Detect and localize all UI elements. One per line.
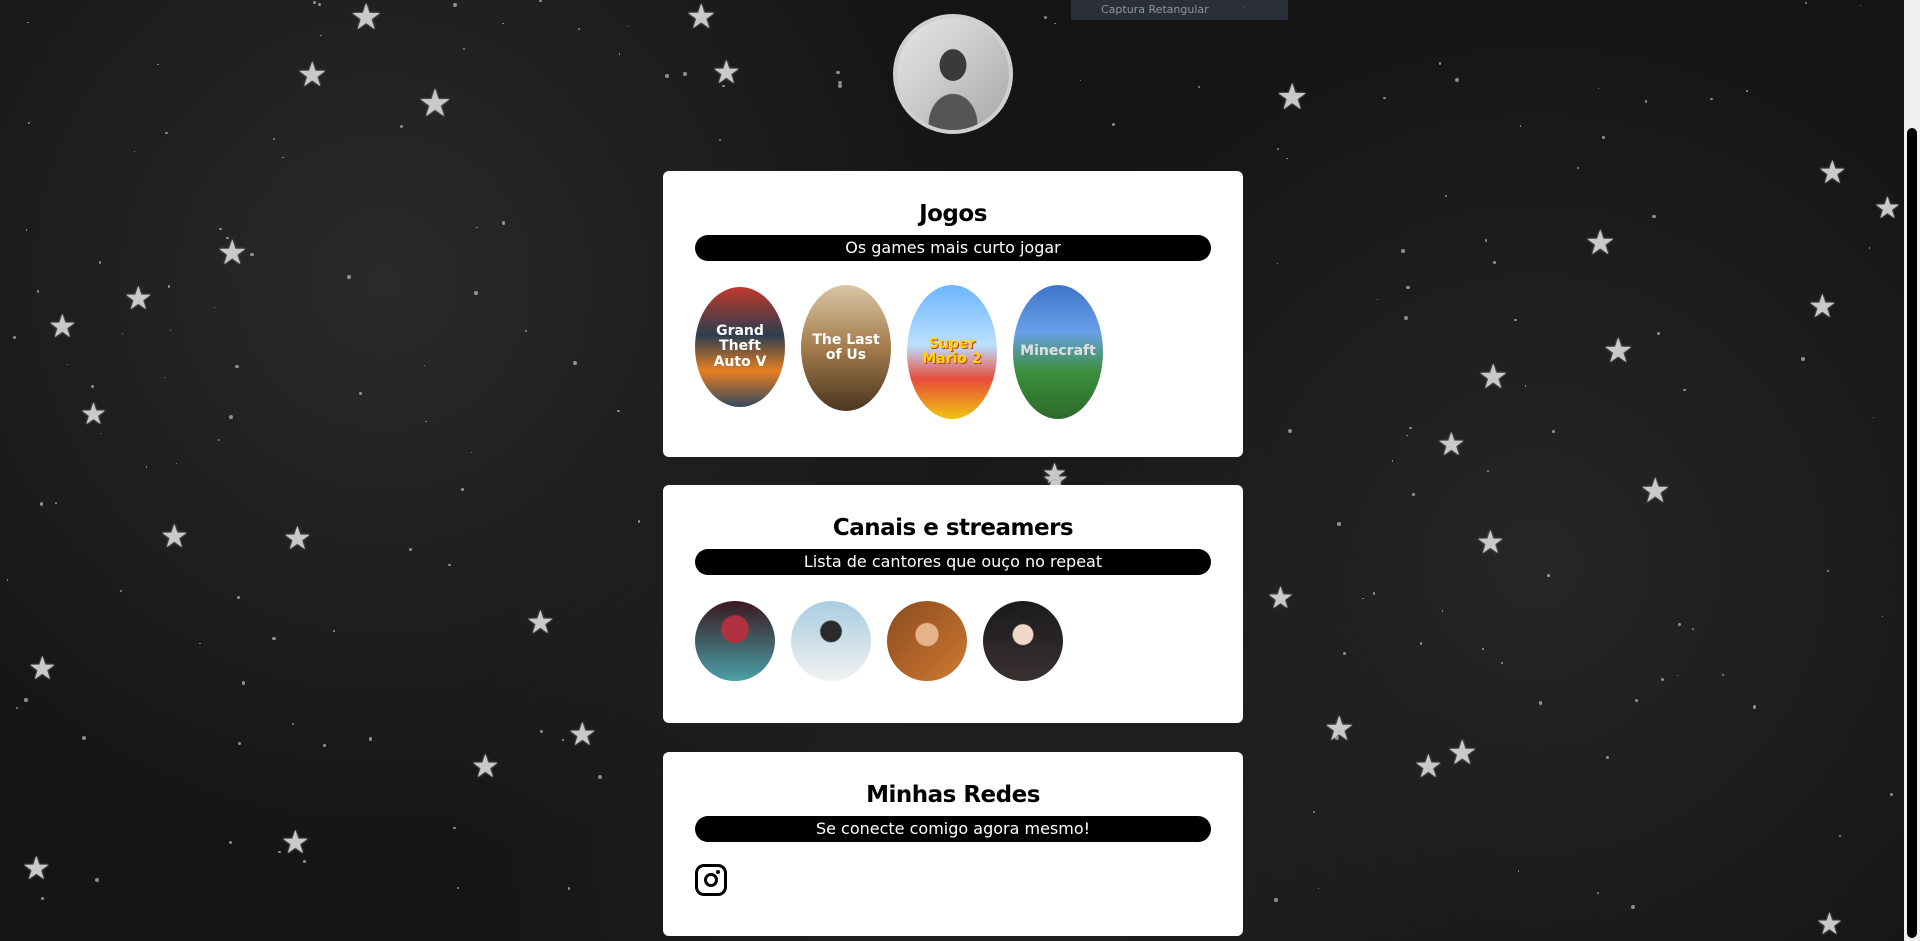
games-list: Grand Theft Auto V The Last of Us Super … (663, 261, 1243, 419)
singer-avatar[interactable] (983, 601, 1063, 681)
channels-title: Canais e streamers (832, 515, 1074, 541)
game-cover-gta-v[interactable]: Grand Theft Auto V (695, 287, 785, 407)
socials-title: Minhas Redes (866, 782, 1040, 808)
games-title: Jogos (919, 201, 987, 227)
game-label: Minecraft (1020, 343, 1096, 360)
page-scrollbar[interactable] (1904, 0, 1920, 941)
socials-subtitle: Se conecte comigo agora mesmo! (695, 816, 1211, 842)
scrollbar-thumb[interactable] (1907, 128, 1917, 938)
game-label: The Last of Us (812, 331, 880, 363)
game-label: Super Mario 2 (922, 335, 982, 367)
socials-card: Minhas Redes Se conecte comigo agora mes… (663, 752, 1243, 936)
profile-avatar (893, 14, 1013, 134)
game-label: Grand Theft Auto V (713, 322, 767, 370)
game-cover-the-last-of-us[interactable]: The Last of Us (801, 285, 891, 411)
singer-avatar[interactable] (695, 601, 775, 681)
game-cover-super-mario-2[interactable]: Super Mario 2 (907, 285, 997, 419)
instagram-icon[interactable] (695, 864, 727, 896)
singer-avatar[interactable] (791, 601, 871, 681)
channels-subtitle: Lista de cantores que ouço no repeat (695, 549, 1211, 575)
social-links (663, 842, 1243, 901)
games-card: Jogos Os games mais curto jogar Grand Th… (663, 171, 1243, 457)
game-cover-minecraft[interactable]: Minecraft (1013, 285, 1103, 419)
singer-avatar[interactable] (887, 601, 967, 681)
singers-list (663, 575, 1243, 681)
games-subtitle: Os games mais curto jogar (695, 235, 1211, 261)
page-content: Jogos Os games mais curto jogar Grand Th… (0, 0, 1904, 941)
channels-card: Canais e streamers Lista de cantores que… (663, 485, 1243, 723)
